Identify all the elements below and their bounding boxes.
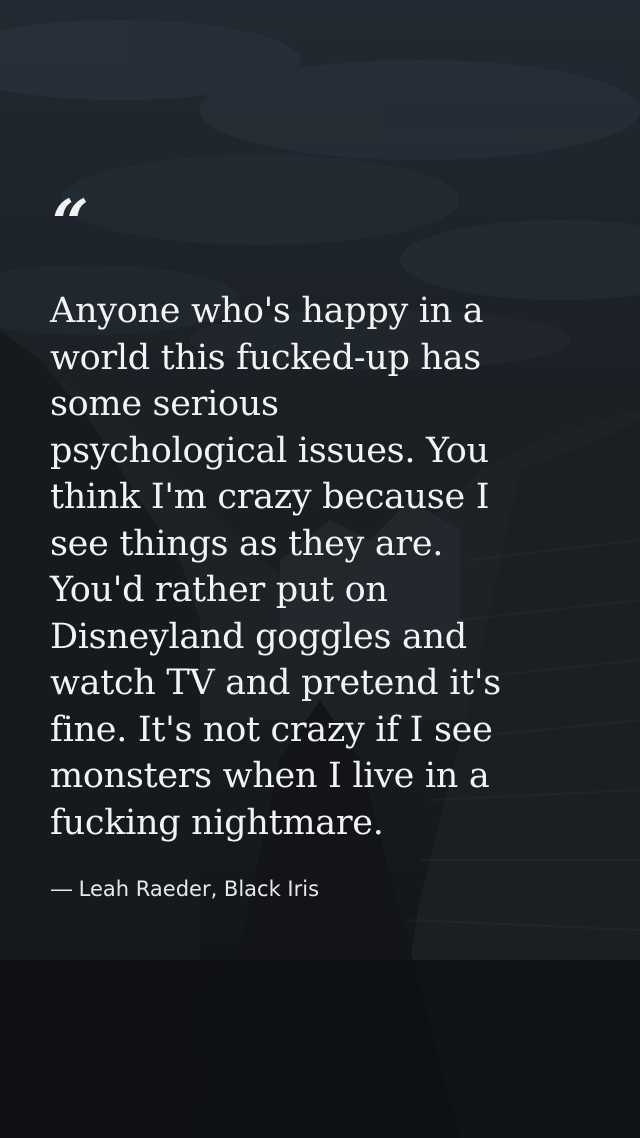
quote-mark-icon: “ bbox=[52, 186, 89, 261]
quote-card: “ Anyone who's happy in a world this fuc… bbox=[0, 0, 640, 1138]
quote-attribution: ― Leah Raeder, Black Iris bbox=[51, 877, 320, 901]
quote-text: Anyone who's happy in a world this fucke… bbox=[50, 291, 501, 843]
